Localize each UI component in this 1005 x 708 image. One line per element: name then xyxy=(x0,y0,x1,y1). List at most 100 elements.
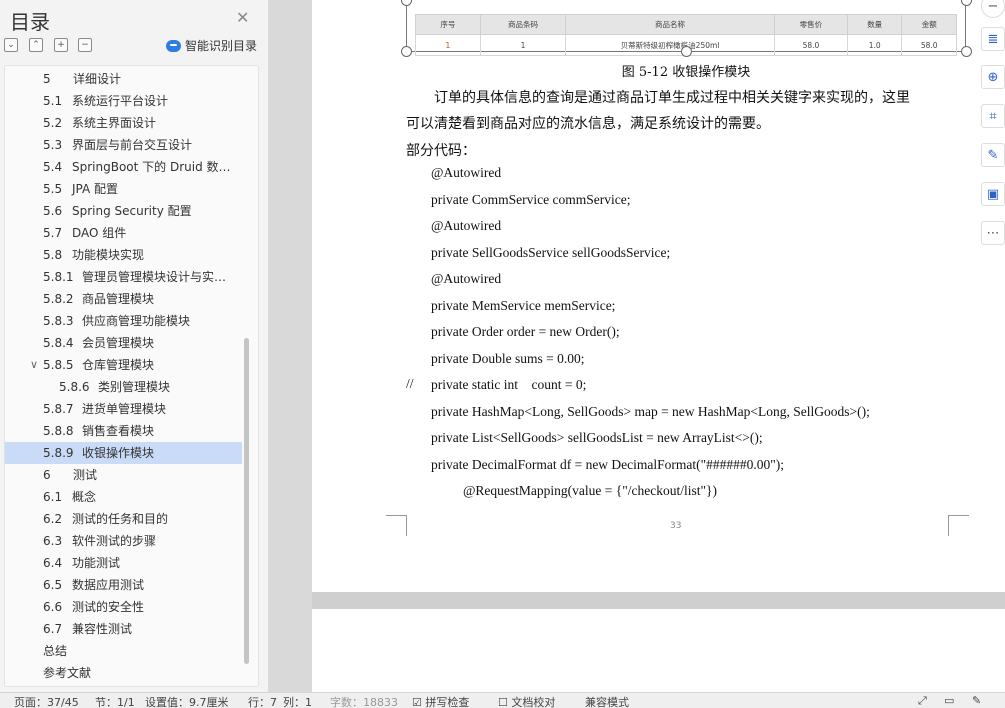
toc-item-number: 5.8 xyxy=(43,248,63,262)
toc-item[interactable]: 6.6 测试的安全性 xyxy=(5,596,242,618)
toc-item[interactable]: 5.2 系统主界面设计 xyxy=(5,112,242,134)
collapse-all-icon[interactable]: ⌄ xyxy=(4,38,18,52)
toc-item-label: 兼容性测试 xyxy=(72,622,133,636)
page-number: 33 xyxy=(670,521,682,531)
toc-item[interactable]: 6 测试 xyxy=(5,464,242,486)
resize-handle[interactable] xyxy=(401,46,412,57)
edit-mode-icon[interactable]: ✎ xyxy=(972,694,981,707)
toc-item[interactable]: 5.8.6 类别管理模块 xyxy=(5,376,242,398)
table-cell: 1 xyxy=(415,34,481,56)
toc-item-label: 测试的任务和目的 xyxy=(72,512,169,526)
toc-item[interactable]: 5.8.8 销售查看模块 xyxy=(5,420,242,442)
toc-item[interactable]: 5.4 SpringBoot 下的 Druid 数… xyxy=(5,156,242,178)
toc-item-label: 功能模块实现 xyxy=(72,248,145,262)
expand-up-icon[interactable]: ⌃ xyxy=(29,38,43,52)
toc-item-label: 测试 xyxy=(73,468,98,482)
toc-item[interactable]: 5.7 DAO 组件 xyxy=(5,222,242,244)
toc-item-number: 5.6 xyxy=(43,204,63,218)
code-line: private SellGoodsService sellGoodsServic… xyxy=(431,244,671,260)
toc-item[interactable]: 6.2 测试的任务和目的 xyxy=(5,508,242,530)
toc-item[interactable]: 5.8.7 进货单管理模块 xyxy=(5,398,242,420)
figure-caption: 图 5-12 收银操作模块 xyxy=(621,65,751,80)
toc-item-number: 5.3 xyxy=(43,138,63,152)
zoom-icon[interactable]: ⊕ xyxy=(981,65,1005,89)
toc-item-label: 概念 xyxy=(72,490,97,504)
toc-item[interactable]: 5.5 JPA 配置 xyxy=(5,178,242,200)
toc-item-number: 5.5 xyxy=(43,182,63,196)
status-row: 行：7 xyxy=(248,696,277,708)
toc-item[interactable]: 5.3 界面层与前台交互设计 xyxy=(5,134,242,156)
resize-handle[interactable] xyxy=(681,46,692,57)
table-header: 零售价 xyxy=(773,14,848,35)
code-line: @Autowired xyxy=(431,271,502,286)
toc-item-number: 5.8.8 xyxy=(43,424,74,438)
toc-item[interactable]: 参考文献 xyxy=(5,662,242,684)
toc-item-number: 5.1 xyxy=(43,94,63,108)
close-icon[interactable]: ✕ xyxy=(236,8,249,27)
toc-item-number: 5 xyxy=(43,72,51,86)
toc-item[interactable]: 5.8.9 收银操作模块 xyxy=(5,442,242,464)
toc-item[interactable]: 6.3 软件测试的步骤 xyxy=(5,530,242,552)
toc-item-label: 供应商管理功能模块 xyxy=(82,314,191,328)
table-header: 数量 xyxy=(846,14,903,35)
table-cell: 58.0 xyxy=(773,34,848,56)
proofread-icon: ☐ xyxy=(498,696,508,708)
toc-item-number: 5.8.9 xyxy=(43,446,74,460)
crop-icon[interactable]: ⌗ xyxy=(981,104,1005,128)
toc-item[interactable]: 5.8.4 会员管理模块 xyxy=(5,332,242,354)
edit-icon[interactable]: ✎ xyxy=(981,143,1005,167)
toc-item[interactable]: 5.8.1 管理员管理模块设计与实… xyxy=(5,266,242,288)
toc-item-label: 管理员管理模块设计与实… xyxy=(82,270,227,284)
proofread-button[interactable]: ☐ 文档校对 xyxy=(498,694,555,708)
toc-toolbar: ⌄ ⌃ + − 智能识别目录 xyxy=(4,38,264,56)
toc-scrollbar[interactable] xyxy=(244,338,249,664)
comment-mark: // xyxy=(406,376,414,391)
toc-item-label: 类别管理模块 xyxy=(98,380,171,394)
zoom-out-icon[interactable]: − xyxy=(981,0,1005,18)
figure-image[interactable]: 序号 商品条码 商品名称 零售价 数量 金额 1 1 贝蒂斯特级初榨橄榄油250… xyxy=(401,0,972,80)
toc-item[interactable]: 5.8.2 商品管理模块 xyxy=(5,288,242,310)
toc-item-label: Spring Security 配置 xyxy=(72,204,192,218)
toc-item[interactable]: 5.6 Spring Security 配置 xyxy=(5,200,242,222)
toc-item[interactable]: 6.1 概念 xyxy=(5,486,242,508)
resize-handle[interactable] xyxy=(961,46,972,57)
compat-mode: 兼容模式 xyxy=(585,696,629,708)
toc-item-number: 5.8.1 xyxy=(43,270,74,284)
code-line: private List<SellGoods> sellGoodsList = … xyxy=(431,430,763,445)
toc-item[interactable]: 5.1 系统运行平台设计 xyxy=(5,90,242,112)
toc-item-number: 6.2 xyxy=(43,512,63,526)
toc-item-number: 5.8.7 xyxy=(43,402,74,416)
code-line: private Order order = new Order(); xyxy=(431,324,620,339)
fullscreen-icon[interactable]: ⤢ xyxy=(918,694,927,708)
toc-item-number: 6.4 xyxy=(43,556,63,570)
read-mode-icon[interactable]: ▭ xyxy=(944,694,954,707)
remove-level-icon[interactable]: − xyxy=(78,38,92,52)
toc-item-label: SpringBoot 下的 Druid 数… xyxy=(72,160,231,174)
image-icon[interactable]: ▣ xyxy=(981,182,1005,206)
spell-check-button[interactable]: ☑ 拼写检查 xyxy=(412,694,469,708)
chevron-down-icon[interactable]: ∨ xyxy=(30,354,38,376)
toc-item-label: 数据应用测试 xyxy=(72,578,145,592)
toc-item[interactable]: 5 详细设计 xyxy=(5,68,242,90)
table-header: 序号 xyxy=(415,14,481,35)
toc-item[interactable]: ∨ 5.8.5 仓库管理模块 xyxy=(5,354,242,376)
status-words[interactable]: 字数：18833 xyxy=(330,694,398,708)
toc-item[interactable]: 5.8 功能模块实现 xyxy=(5,244,242,266)
ai-detect-toc-button[interactable]: 智能识别目录 xyxy=(166,37,257,54)
status-page: 页面：37/45 xyxy=(14,696,79,708)
toc-item-label: 仓库管理模块 xyxy=(82,358,155,372)
text-format-icon[interactable]: ≣ xyxy=(981,27,1005,51)
add-level-icon[interactable]: + xyxy=(54,38,68,52)
toc-item[interactable]: 6.5 数据应用测试 xyxy=(5,574,242,596)
toc-item-label: 商品管理模块 xyxy=(82,292,155,306)
toc-item-label: 系统运行平台设计 xyxy=(72,94,169,108)
status-col: 列：1 xyxy=(283,696,312,708)
toc-item[interactable]: 6.7 兼容性测试 xyxy=(5,618,242,640)
paragraph-code-heading: 部分代码： xyxy=(406,143,476,159)
toc-item-label: 测试的安全性 xyxy=(72,600,145,614)
more-icon[interactable]: ⋯ xyxy=(981,221,1005,245)
toc-item[interactable]: 6.4 功能测试 xyxy=(5,552,242,574)
toc-item[interactable]: 5.8.3 供应商管理功能模块 xyxy=(5,310,242,332)
toc-item[interactable]: 总结 xyxy=(5,640,242,662)
toc-item-number: 5.8.6 xyxy=(59,380,90,394)
